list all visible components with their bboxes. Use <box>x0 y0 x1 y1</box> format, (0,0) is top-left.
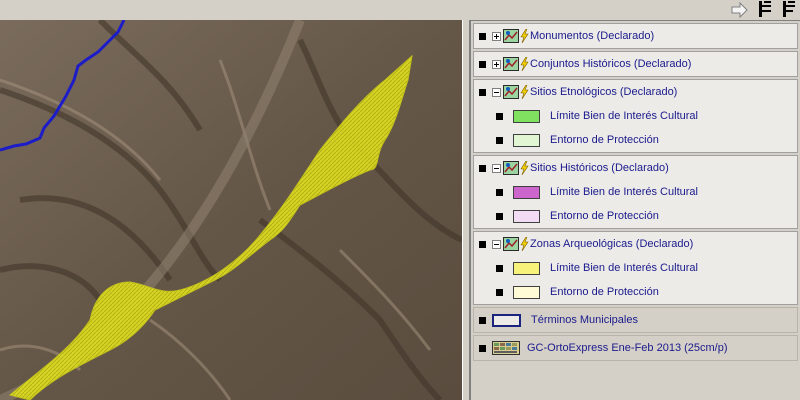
lightning-icon <box>520 161 529 175</box>
legend-group-label: Conjuntos Históricos (Declarado) <box>530 58 692 70</box>
legend-item-label: Límite Bien de Interés Cultural <box>550 186 698 198</box>
expand-icon[interactable] <box>492 31 501 41</box>
visibility-checkbox[interactable] <box>496 136 503 144</box>
outline-swatch <box>492 313 521 327</box>
wms-layer-icon <box>503 85 519 99</box>
legend-group-sitios-historicos: Sitios Históricos (Declarado) Límite Bie… <box>473 155 798 229</box>
lightning-icon <box>520 29 529 43</box>
legend-municipal: Términos Municipales <box>473 307 798 333</box>
color-swatch <box>513 261 540 275</box>
legend-ortho: GC-OrtoExpress Ene-Feb 2013 (25cm/p) <box>473 335 798 361</box>
legend-row[interactable]: Términos Municipales <box>474 308 797 332</box>
legend-group-label: Sitios Etnológicos (Declarado) <box>530 86 678 98</box>
visibility-checkbox[interactable] <box>479 88 486 96</box>
legend-group-zonas-arqueologicas: Zonas Arqueológicas (Declarado) Límite B… <box>473 231 798 305</box>
legend-item-label: Entorno de Protección <box>550 134 659 146</box>
color-swatch <box>513 209 540 223</box>
collapse-icon[interactable] <box>492 87 501 97</box>
legend-row[interactable]: Sitios Etnológicos (Declarado) <box>474 80 797 104</box>
legend-subitem[interactable]: Límite Bien de Interés Cultural <box>474 180 797 204</box>
layer-list-alt-icon[interactable] <box>779 0 799 20</box>
toolbar <box>0 0 800 20</box>
legend-row[interactable]: Zonas Arqueológicas (Declarado) <box>474 232 797 256</box>
legend-group-label: Sitios Históricos (Declarado) <box>530 162 669 174</box>
legend-row[interactable]: Sitios Históricos (Declarado) <box>474 156 797 180</box>
visibility-checkbox[interactable] <box>496 188 503 196</box>
legend-item-label: Límite Bien de Interés Cultural <box>550 110 698 122</box>
legend-group-label: Zonas Arqueológicas (Declarado) <box>530 238 694 250</box>
legend-group-label: Monumentos (Declarado) <box>530 30 655 42</box>
legend-row[interactable]: Monumentos (Declarado) <box>474 24 797 48</box>
wms-layer-icon <box>503 29 519 43</box>
map-view[interactable] <box>0 20 462 400</box>
lightning-icon <box>520 237 529 251</box>
legend-group-conjuntos: Conjuntos Históricos (Declarado) <box>473 51 798 77</box>
lightning-icon <box>520 85 529 99</box>
legend-subitem[interactable]: Entorno de Protección <box>474 280 797 304</box>
raster-grid-icon <box>492 341 520 355</box>
visibility-checkbox[interactable] <box>496 112 503 120</box>
visibility-checkbox[interactable] <box>496 288 503 296</box>
visibility-checkbox[interactable] <box>496 212 503 220</box>
ortho-image <box>0 20 462 400</box>
color-swatch <box>513 185 540 199</box>
legend-subitem[interactable]: Entorno de Protección <box>474 204 797 228</box>
visibility-checkbox[interactable] <box>479 164 486 172</box>
arrow-right-icon[interactable] <box>729 0 749 20</box>
visibility-checkbox[interactable] <box>479 316 486 324</box>
color-swatch <box>513 285 540 299</box>
legend-subitem[interactable]: Entorno de Protección <box>474 128 797 152</box>
legend-item-label: Límite Bien de Interés Cultural <box>550 262 698 274</box>
panel-splitter[interactable] <box>462 20 470 400</box>
legend-row[interactable]: Conjuntos Históricos (Declarado) <box>474 52 797 76</box>
wms-layer-icon <box>503 57 519 71</box>
legend-layer-label: Términos Municipales <box>531 314 638 326</box>
legend-group-monumentos: Monumentos (Declarado) <box>473 23 798 49</box>
collapse-icon[interactable] <box>492 163 501 173</box>
legend-row[interactable]: GC-OrtoExpress Ene-Feb 2013 (25cm/p) <box>474 336 797 360</box>
visibility-checkbox[interactable] <box>479 240 486 248</box>
legend-subitem[interactable]: Límite Bien de Interés Cultural <box>474 256 797 280</box>
legend-layer-label: GC-OrtoExpress Ene-Feb 2013 (25cm/p) <box>527 342 728 354</box>
legend-panel: Monumentos (Declarado) Conjuntos Históri… <box>470 20 800 400</box>
color-swatch <box>513 109 540 123</box>
wms-layer-icon <box>503 161 519 175</box>
layer-list-icon[interactable] <box>755 0 775 20</box>
visibility-checkbox[interactable] <box>479 60 486 68</box>
color-swatch <box>513 133 540 147</box>
expand-icon[interactable] <box>492 59 501 69</box>
legend-group-sitios-etnologicos: Sitios Etnológicos (Declarado) Límite Bi… <box>473 79 798 153</box>
wms-layer-icon <box>503 237 519 251</box>
visibility-checkbox[interactable] <box>479 32 486 40</box>
visibility-checkbox[interactable] <box>496 264 503 272</box>
legend-subitem[interactable]: Límite Bien de Interés Cultural <box>474 104 797 128</box>
legend-item-label: Entorno de Protección <box>550 286 659 298</box>
visibility-checkbox[interactable] <box>479 344 486 352</box>
legend-item-label: Entorno de Protección <box>550 210 659 222</box>
lightning-icon <box>520 57 529 71</box>
collapse-icon[interactable] <box>492 239 501 249</box>
